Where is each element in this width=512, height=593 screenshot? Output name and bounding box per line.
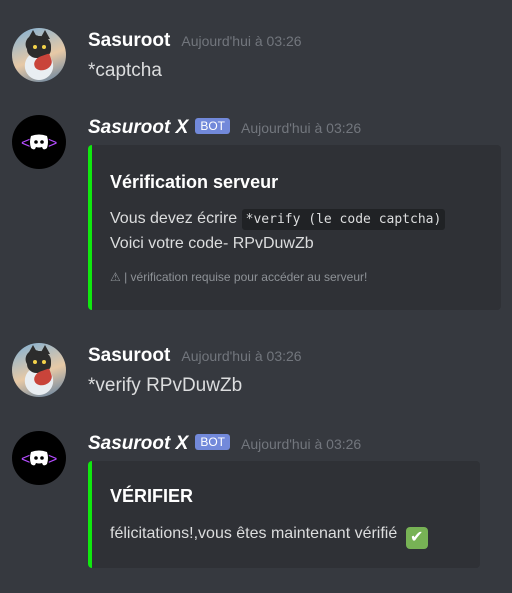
discord-logo-icon: < > xyxy=(21,134,57,152)
discord-logo-icon: < > xyxy=(21,450,57,468)
message-bot-verification: < > Sasuroot X BOT Aujourd'hui à 03:26 V… xyxy=(0,110,512,320)
embed-verified: VÉRIFIER félicitations!,vous êtes mainte… xyxy=(88,461,480,568)
inline-code: *verify (le code captcha) xyxy=(241,209,446,230)
username[interactable]: Sasuroot xyxy=(88,30,170,52)
message-user-captcha: Sasuroot Aujourd'hui à 03:26 *captcha xyxy=(0,0,512,95)
embed-verification-server: Vérification serveur Vous devez écrire *… xyxy=(88,145,501,310)
embed-footer: ⚠ | vérification requise pour accéder au… xyxy=(110,270,368,284)
user-avatar[interactable] xyxy=(12,28,66,82)
bot-username[interactable]: Sasuroot X xyxy=(88,433,188,455)
embed-description: félicitations!,vous êtes maintenant véri… xyxy=(110,525,428,549)
svg-text:<: < xyxy=(21,451,30,468)
message-user-verify: Sasuroot Aujourd'hui à 03:26 *verify RPv… xyxy=(0,330,512,420)
bot-tag-badge: BOT xyxy=(195,118,230,134)
embed-title: VÉRIFIER xyxy=(110,486,194,506)
timestamp: Aujourd'hui à 03:26 xyxy=(181,33,302,49)
svg-text:>: > xyxy=(48,135,57,152)
bot-tag-badge: BOT xyxy=(195,434,230,450)
bot-username[interactable]: Sasuroot X xyxy=(88,117,188,139)
svg-text:>: > xyxy=(48,451,57,468)
timestamp: Aujourd'hui à 03:26 xyxy=(181,348,302,364)
instruction-text: Vous devez écrire xyxy=(110,210,238,227)
embed-instruction-line: Vous devez écrire *verify (le code captc… xyxy=(110,209,446,230)
checkmark-icon: ✔ xyxy=(405,527,428,549)
description-text: félicitations!,vous êtes maintenant véri… xyxy=(110,525,398,542)
embed-title: Vérification serveur xyxy=(110,172,279,192)
bot-avatar[interactable]: < > xyxy=(12,115,66,169)
bot-avatar[interactable]: < > xyxy=(12,431,66,485)
message-content: *captcha xyxy=(88,60,162,81)
svg-text:<: < xyxy=(21,135,30,152)
username[interactable]: Sasuroot xyxy=(88,345,170,367)
message-content: *verify RPvDuwZb xyxy=(88,375,243,396)
embed-code-line: Voici votre code- RPvDuwZb xyxy=(110,235,314,252)
timestamp: Aujourd'hui à 03:26 xyxy=(240,120,362,136)
user-avatar[interactable] xyxy=(12,343,66,397)
message-bot-verified: < > Sasuroot X BOT Aujourd'hui à 03:26 V… xyxy=(0,425,512,585)
timestamp: Aujourd'hui à 03:26 xyxy=(240,436,362,452)
